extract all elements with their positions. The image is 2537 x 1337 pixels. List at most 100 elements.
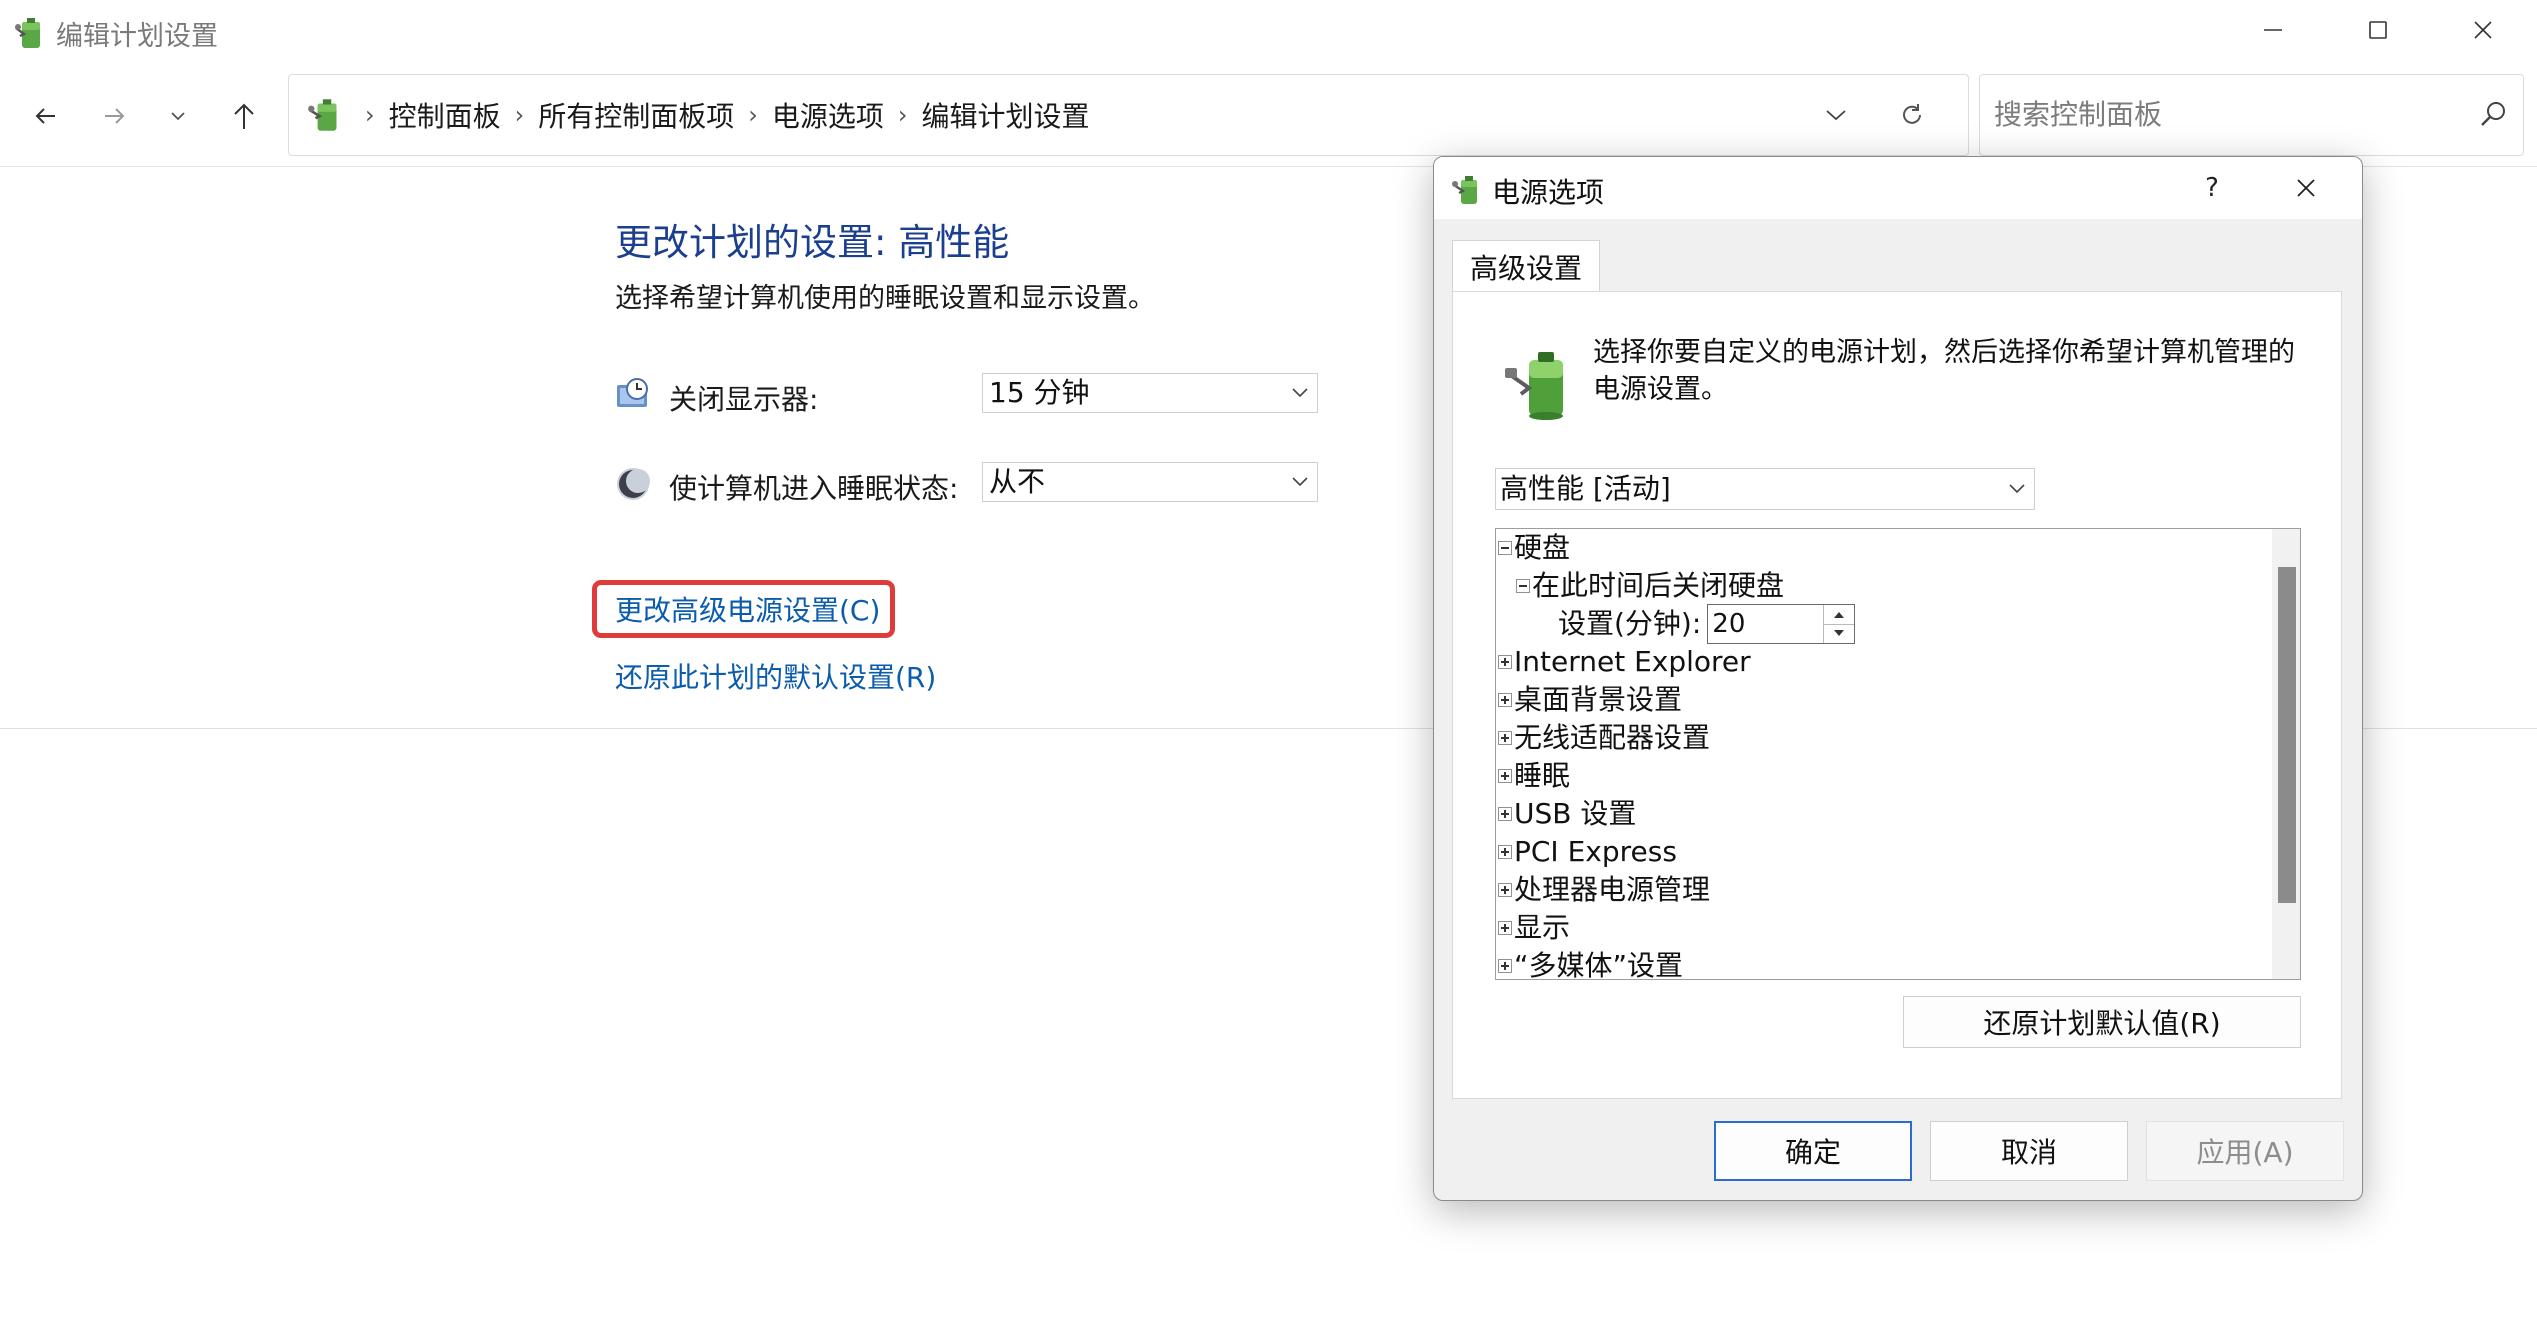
expand-icon[interactable]: [1498, 769, 1512, 783]
breadcrumb-item[interactable]: 电源选项: [772, 95, 884, 135]
tree-item-label: USB 设置: [1514, 797, 1637, 830]
power-options-icon: [15, 18, 40, 48]
minutes-spinner[interactable]: 20: [1707, 604, 1856, 644]
tree-item-hard-disk[interactable]: 硬盘: [1498, 529, 1570, 567]
triangle-down-icon: [1834, 630, 1845, 636]
chevron-down-icon: [1292, 477, 1308, 487]
minimize-icon: [2264, 29, 2282, 31]
window-title: 编辑计划设置: [56, 21, 218, 52]
increment-button[interactable]: [1824, 605, 1855, 625]
expand-icon[interactable]: [1498, 921, 1512, 935]
chevron-right-icon[interactable]: ›: [515, 101, 525, 129]
search-icon[interactable]: [2477, 99, 2509, 131]
advanced-power-settings-link[interactable]: 更改高级电源设置(C): [615, 589, 880, 629]
back-button[interactable]: [24, 94, 68, 138]
maximize-icon: [2369, 21, 2387, 39]
page-title: 更改计划的设置: 高性能: [615, 221, 1010, 264]
maximize-button[interactable]: [2327, 0, 2429, 60]
chevron-right-icon[interactable]: ›: [748, 101, 758, 129]
monitor-clock-icon: [617, 378, 648, 407]
title-bar: 编辑计划设置: [0, 0, 2537, 64]
power-plan-value: 高性能 [活动]: [1500, 472, 1671, 505]
chevron-down-icon: [171, 112, 185, 121]
advanced-settings-panel: 选择你要自定义的电源计划，然后选择你希望计算机管理的电源设置。 高性能 [活动]…: [1452, 291, 2342, 1099]
tree-item-wireless-adapter[interactable]: 无线适配器设置: [1498, 719, 1710, 757]
collapse-icon[interactable]: [1498, 541, 1512, 555]
collapse-icon[interactable]: [1516, 579, 1530, 593]
ok-button[interactable]: 确定: [1714, 1121, 1912, 1181]
expand-icon[interactable]: [1498, 845, 1512, 859]
tree-item-display[interactable]: 显示: [1498, 909, 1570, 947]
scrollbar-thumb[interactable]: [2278, 567, 2296, 903]
display-off-select[interactable]: 15 分钟: [982, 373, 1318, 413]
settings-tree[interactable]: 硬盘 在此时间后关闭硬盘 设置(分钟): 20 Internet Explore…: [1495, 528, 2301, 980]
chevron-right-icon[interactable]: ›: [898, 101, 908, 129]
sleep-label: 使计算机进入睡眠状态:: [669, 472, 959, 505]
triangle-up-icon: [1834, 612, 1845, 618]
expand-icon[interactable]: [1498, 731, 1512, 745]
tree-item-label: 桌面背景设置: [1514, 683, 1683, 716]
tree-item-turn-off-hard-disk[interactable]: 在此时间后关闭硬盘: [1516, 567, 1784, 605]
restore-defaults-link[interactable]: 还原此计划的默认设置(R): [615, 656, 936, 696]
dialog-title-bar: 电源选项 ?: [1434, 157, 2362, 219]
expand-icon[interactable]: [1498, 807, 1512, 821]
breadcrumb-item[interactable]: 编辑计划设置: [921, 95, 1089, 135]
refresh-button[interactable]: [1890, 95, 1934, 135]
chevron-right-icon[interactable]: ›: [365, 101, 375, 129]
tree-item-label: 睡眠: [1514, 759, 1571, 792]
tree-item-pci-express[interactable]: PCI Express: [1498, 833, 1677, 871]
minutes-input[interactable]: 20: [1712, 605, 1745, 643]
tree-item-label: PCI Express: [1514, 835, 1677, 868]
tree-scrollbar[interactable]: [2272, 529, 2300, 979]
display-off-value: 15 分钟: [989, 376, 1090, 409]
battery-plug-icon: [1505, 352, 1563, 420]
tree-item-desktop-background[interactable]: 桌面背景设置: [1498, 681, 1682, 719]
arrow-right-icon: [105, 108, 125, 124]
tree-item-label: 硬盘: [1514, 531, 1571, 564]
close-icon: [2474, 21, 2492, 39]
tree-item-label: “多媒体”设置: [1514, 949, 1684, 980]
close-button[interactable]: [2432, 0, 2534, 60]
power-plan-select[interactable]: 高性能 [活动]: [1495, 468, 2035, 510]
cancel-button[interactable]: 取消: [1930, 1121, 2128, 1181]
breadcrumb-item[interactable]: 所有控制面板项: [538, 95, 734, 135]
expand-icon[interactable]: [1498, 883, 1512, 897]
search-box[interactable]: 搜索控制面板: [1979, 74, 2524, 156]
breadcrumb: › 控制面板 › 所有控制面板项 › 电源选项 › 编辑计划设置: [351, 75, 1090, 155]
tab-advanced-settings[interactable]: 高级设置: [1452, 240, 1600, 292]
chevron-down-icon: [1292, 388, 1308, 398]
expand-icon[interactable]: [1498, 655, 1512, 669]
expand-icon[interactable]: [1498, 959, 1512, 973]
search-input[interactable]: 搜索控制面板: [1994, 75, 2162, 155]
restore-plan-defaults-button[interactable]: 还原计划默认值(R): [1903, 996, 2301, 1048]
help-button[interactable]: ?: [2189, 165, 2235, 211]
dialog-title: 电源选项: [1492, 176, 1605, 209]
tree-item-label: 无线适配器设置: [1514, 721, 1711, 754]
sleep-select[interactable]: 从不: [982, 462, 1318, 502]
breadcrumb-item[interactable]: 控制面板: [389, 95, 501, 135]
chevron-down-icon: [1826, 110, 1846, 121]
tree-item-multimedia[interactable]: “多媒体”设置: [1498, 947, 1684, 980]
chevron-down-icon: [2009, 484, 2025, 494]
tree-item-usb[interactable]: USB 设置: [1498, 795, 1636, 833]
decrement-button[interactable]: [1824, 624, 1854, 643]
tree-item-processor-power[interactable]: 处理器电源管理: [1498, 871, 1710, 909]
arrow-left-icon: [35, 108, 55, 124]
tree-item-label: Internet Explorer: [1514, 645, 1751, 678]
close-icon: [2297, 179, 2315, 197]
power-options-dialog: 电源选项 ? 高级设置 选择你要自定义的电源计划，然后选择你希望计算机管理的电源…: [1433, 156, 2363, 1201]
up-button[interactable]: [222, 94, 266, 138]
recent-locations-button[interactable]: [156, 94, 200, 138]
address-bar[interactable]: › 控制面板 › 所有控制面板项 › 电源选项 › 编辑计划设置: [288, 74, 1969, 156]
expand-icon[interactable]: [1498, 693, 1512, 707]
apply-button[interactable]: 应用(A): [2146, 1121, 2344, 1181]
forward-button[interactable]: [92, 94, 136, 138]
tree-item-sleep[interactable]: 睡眠: [1498, 757, 1570, 795]
refresh-icon: [1903, 104, 1921, 124]
dialog-close-button[interactable]: [2276, 165, 2336, 211]
tree-item-internet-explorer[interactable]: Internet Explorer: [1498, 643, 1751, 681]
sleep-value: 从不: [989, 465, 1046, 498]
address-history-button[interactable]: [1816, 97, 1856, 133]
tree-item-label: 处理器电源管理: [1514, 873, 1711, 906]
minimize-button[interactable]: [2222, 0, 2324, 60]
